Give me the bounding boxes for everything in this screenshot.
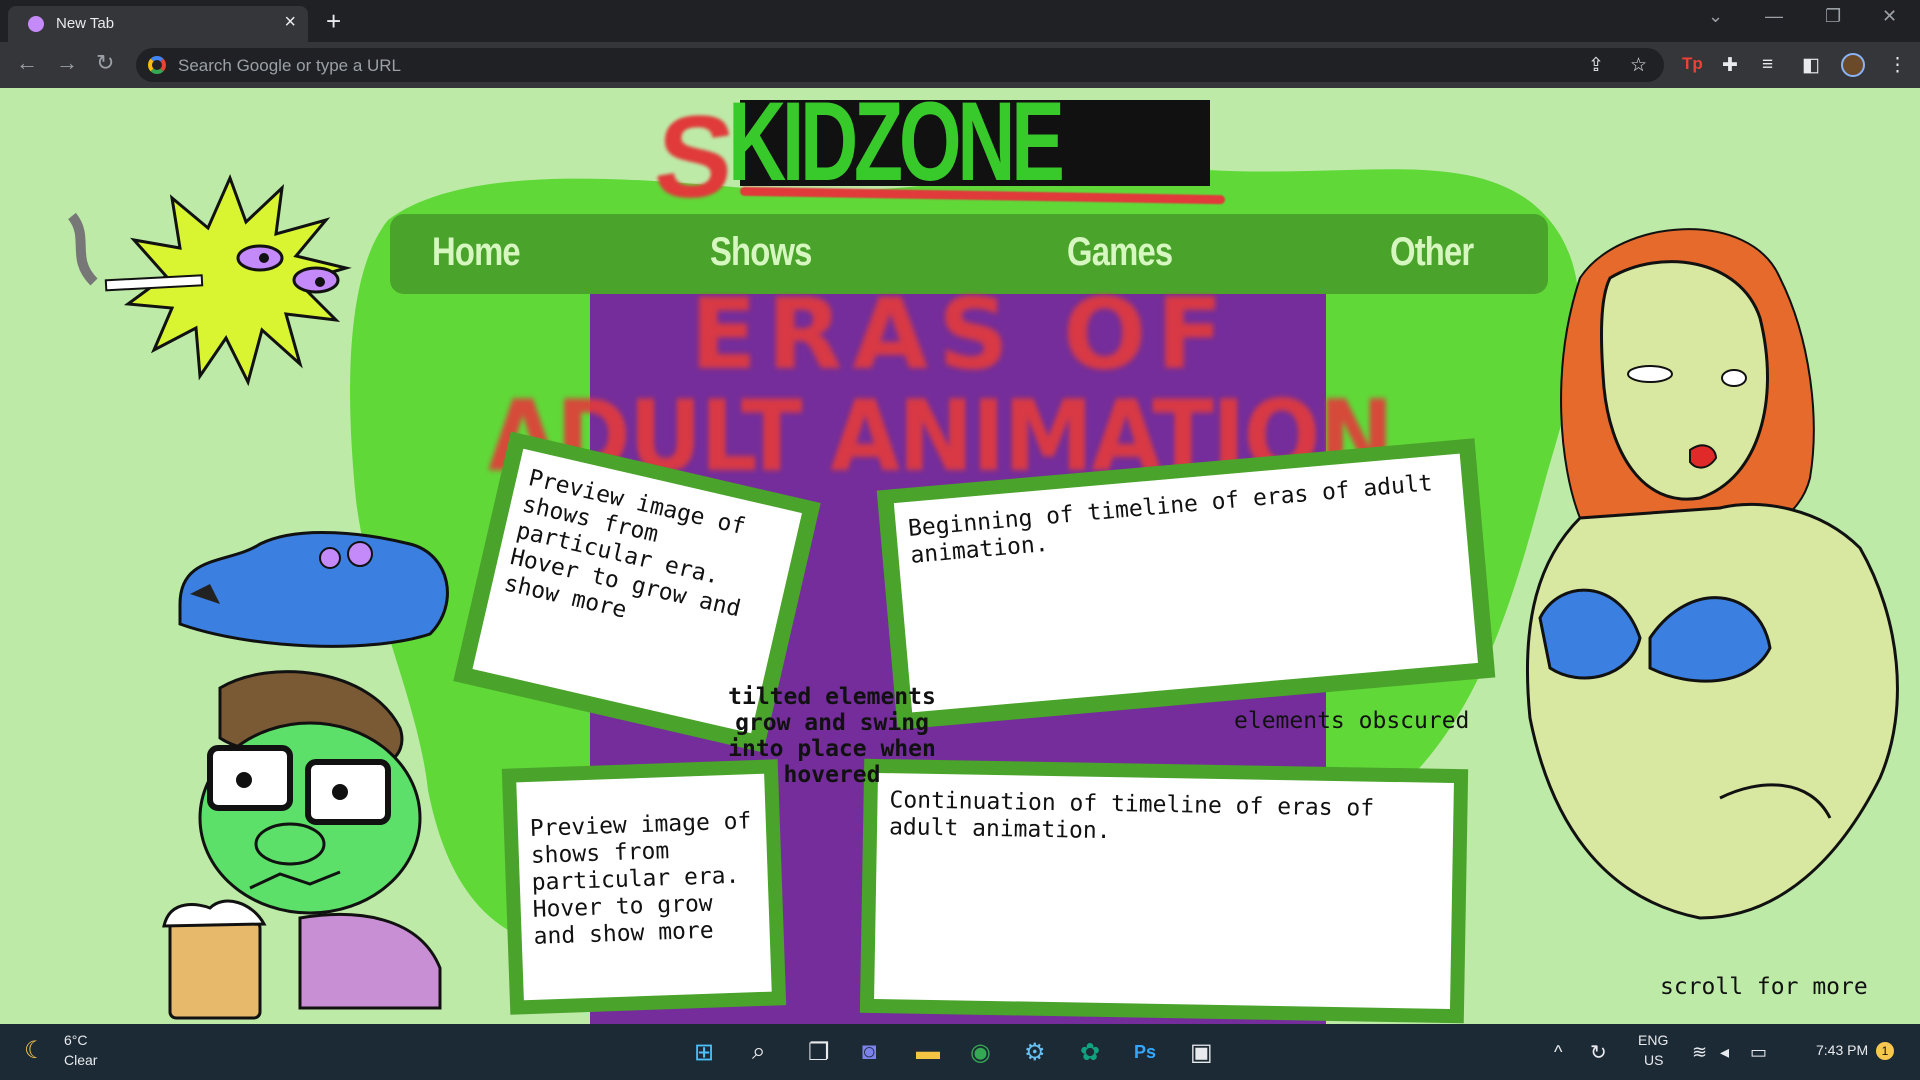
browser-tab[interactable]: New Tab × [8,6,308,42]
windows-taskbar: ☾ 6°C Clear ⊞ ⌕ ❐ ◙ ▬ ◉ ⚙ ✿ Ps ▣ ^ ↻ ENG… [0,1024,1920,1080]
address-placeholder: Search Google or type a URL [178,56,402,75]
new-tab-icon[interactable]: + [326,6,341,37]
steam-icon[interactable]: ⚙ [1024,1038,1046,1067]
profile-avatar[interactable] [1841,53,1865,77]
notification-badge[interactable]: 1 [1876,1042,1894,1060]
nav-shows[interactable]: Shows [710,230,812,275]
era-preview-card[interactable]: Preview image of shows from particular e… [501,759,787,1015]
card-text: Preview image of shows from particular e… [516,773,772,1001]
battery-icon[interactable]: ▭ [1750,1042,1767,1063]
wifi-icon[interactable]: ≋ [1692,1042,1707,1063]
annotation-obscured: elements obscured [1234,708,1470,734]
tab-favicon-icon [28,16,44,32]
volume-icon[interactable]: ◂ [1720,1042,1729,1063]
input-region[interactable]: US [1644,1052,1663,1068]
weather-moon-icon[interactable]: ☾ [24,1036,46,1065]
weather-temp[interactable]: 6°C [64,1032,88,1048]
forward-icon[interactable]: → [56,50,78,76]
address-bar[interactable]: Search Google or type a URL ⇪ ☆ [136,48,1664,82]
file-explorer-icon[interactable]: ▬ [916,1038,940,1066]
reload-icon[interactable]: ↻ [96,50,114,76]
chatgpt-icon[interactable]: ✿ [1080,1038,1100,1067]
timeline-card[interactable]: Continuation of timeline of eras of adul… [859,758,1469,1024]
input-language[interactable]: ENG [1638,1032,1668,1048]
photoshop-icon[interactable]: Ps [1134,1042,1156,1063]
woman-character-doodle [1526,228,1899,920]
tab-title: New Tab [56,15,115,32]
bookmark-star-icon[interactable]: ☆ [1630,54,1647,77]
nav-other[interactable]: Other [1390,230,1474,275]
menu-kebab-icon[interactable]: ⋮ [1888,54,1907,77]
close-window-icon[interactable]: ✕ [1882,6,1897,27]
blue-creature-doodle [178,531,449,648]
clock[interactable]: 7:43 PM [1816,1042,1868,1058]
tray-overflow-icon[interactable]: ^ [1554,1042,1562,1063]
start-windows-icon[interactable]: ⊞ [694,1038,714,1067]
site-logo[interactable]: KIDZONE [728,88,1065,198]
tab-search-icon[interactable]: ⌄ [1708,6,1723,27]
close-tab-icon[interactable]: × [284,11,296,34]
browser-toolbar: ← → ↻ Search Google or type a URL ⇪ ☆ Tp… [0,42,1920,88]
logo-scribble-s: S [649,92,741,222]
share-icon[interactable]: ⇪ [1588,54,1604,77]
nav-home[interactable]: Home [432,230,521,275]
side-panel-icon[interactable]: ◧ [1802,54,1820,77]
annotation-tilted: tilted elements grow and swing into plac… [728,684,936,788]
task-view-icon[interactable]: ❐ [808,1038,830,1067]
card-text: Continuation of timeline of eras of adul… [874,772,1454,1010]
page-viewport: Home Shows Games Other KIDZONE S ERAS OF… [0,88,1920,1024]
back-icon[interactable]: ← [16,50,38,76]
weather-condition[interactable]: Clear [64,1052,97,1068]
nav-games[interactable]: Games [1067,230,1173,275]
card-text: Beginning of timeline of eras of adult a… [893,453,1478,713]
google-icon [148,56,166,74]
heading-line1: ERAS OF [690,278,1234,392]
restore-icon[interactable]: ❐ [1825,6,1841,27]
chrome-icon[interactable]: ◉ [970,1038,991,1067]
minimize-icon[interactable]: — [1765,6,1783,27]
sun-character-doodle [67,173,352,387]
search-icon[interactable]: ⌕ [752,1038,765,1066]
tab-strip: New Tab × + ⌄ — ❐ ✕ [0,0,1920,42]
chat-icon[interactable]: ◙ [862,1038,877,1066]
nerd-character-doodle [162,670,442,1020]
extension-tp-icon[interactable]: Tp [1682,54,1703,74]
paint-icon[interactable]: ▣ [1190,1038,1213,1067]
sync-icon[interactable]: ↻ [1590,1040,1607,1065]
media-control-icon[interactable]: ≡ [1762,54,1773,76]
extensions-puzzle-icon[interactable]: ✚ [1722,54,1738,77]
